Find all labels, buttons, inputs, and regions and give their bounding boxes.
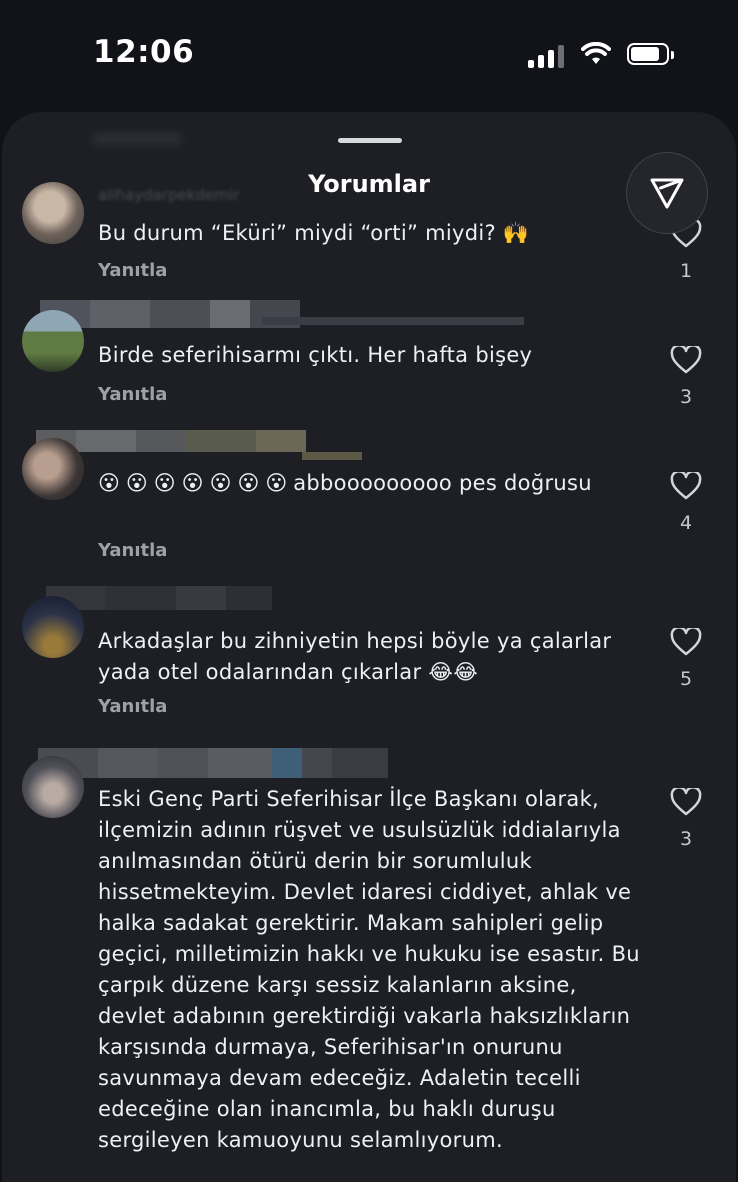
like-button[interactable]: 3 (666, 346, 706, 408)
reply-link[interactable]: Yanıtla (98, 696, 167, 717)
battery-icon (627, 43, 674, 65)
comment-text: Birde seferihisarmı çıktı. Her hafta biş… (98, 343, 533, 367)
avatar[interactable] (22, 310, 84, 372)
avatar[interactable] (22, 438, 84, 500)
comment-text: 😮😮😮😮😮😮😮abbooooooooo pes doğrusu (98, 471, 592, 495)
status-time: 12:06 (93, 34, 195, 70)
username-blur-line (262, 317, 524, 325)
username-blurred (38, 748, 388, 778)
reply-link[interactable]: Yanıtla (98, 540, 167, 561)
reply-link[interactable]: Yanıtla (98, 260, 167, 281)
comments-sheet: Yorumlar alihaydarpekdemir Bu durum “Ekü… (2, 112, 736, 1182)
status-bar: 12:06 (0, 0, 738, 110)
emoji-group: 😮😮😮😮😮😮😮 (98, 471, 294, 495)
cellular-signal-icon (528, 44, 568, 68)
heart-icon (670, 472, 702, 500)
blurred-content (92, 132, 182, 146)
reply-link[interactable]: Yanıtla (98, 384, 167, 405)
heart-icon (670, 628, 702, 656)
sheet-drag-handle[interactable] (338, 138, 402, 143)
like-button[interactable]: 3 (666, 788, 706, 850)
username-blur-line (302, 452, 362, 460)
like-count: 3 (679, 828, 693, 850)
like-count: 5 (679, 668, 693, 690)
comment-text: Eski Genç Parti Seferihisar İlçe Başkanı… (98, 787, 640, 1152)
like-count: 3 (679, 386, 693, 408)
send-icon (650, 178, 684, 209)
avatar[interactable] (22, 756, 84, 818)
wifi-icon (581, 42, 611, 64)
heart-icon (670, 788, 702, 816)
share-button[interactable] (626, 152, 708, 234)
heart-icon (670, 346, 702, 374)
like-button[interactable]: 5 (666, 628, 706, 690)
like-count: 1 (679, 260, 693, 282)
avatar[interactable] (22, 596, 84, 658)
username-blurred (46, 586, 272, 610)
like-button[interactable]: 4 (666, 472, 706, 534)
comment-text: Bu durum “Eküri” miydi “orti” miydi? 🙌 (98, 221, 530, 245)
like-count: 4 (679, 512, 693, 534)
comment-text: Arkadaşlar bu zihniyetin hepsi böyle ya … (98, 629, 612, 684)
